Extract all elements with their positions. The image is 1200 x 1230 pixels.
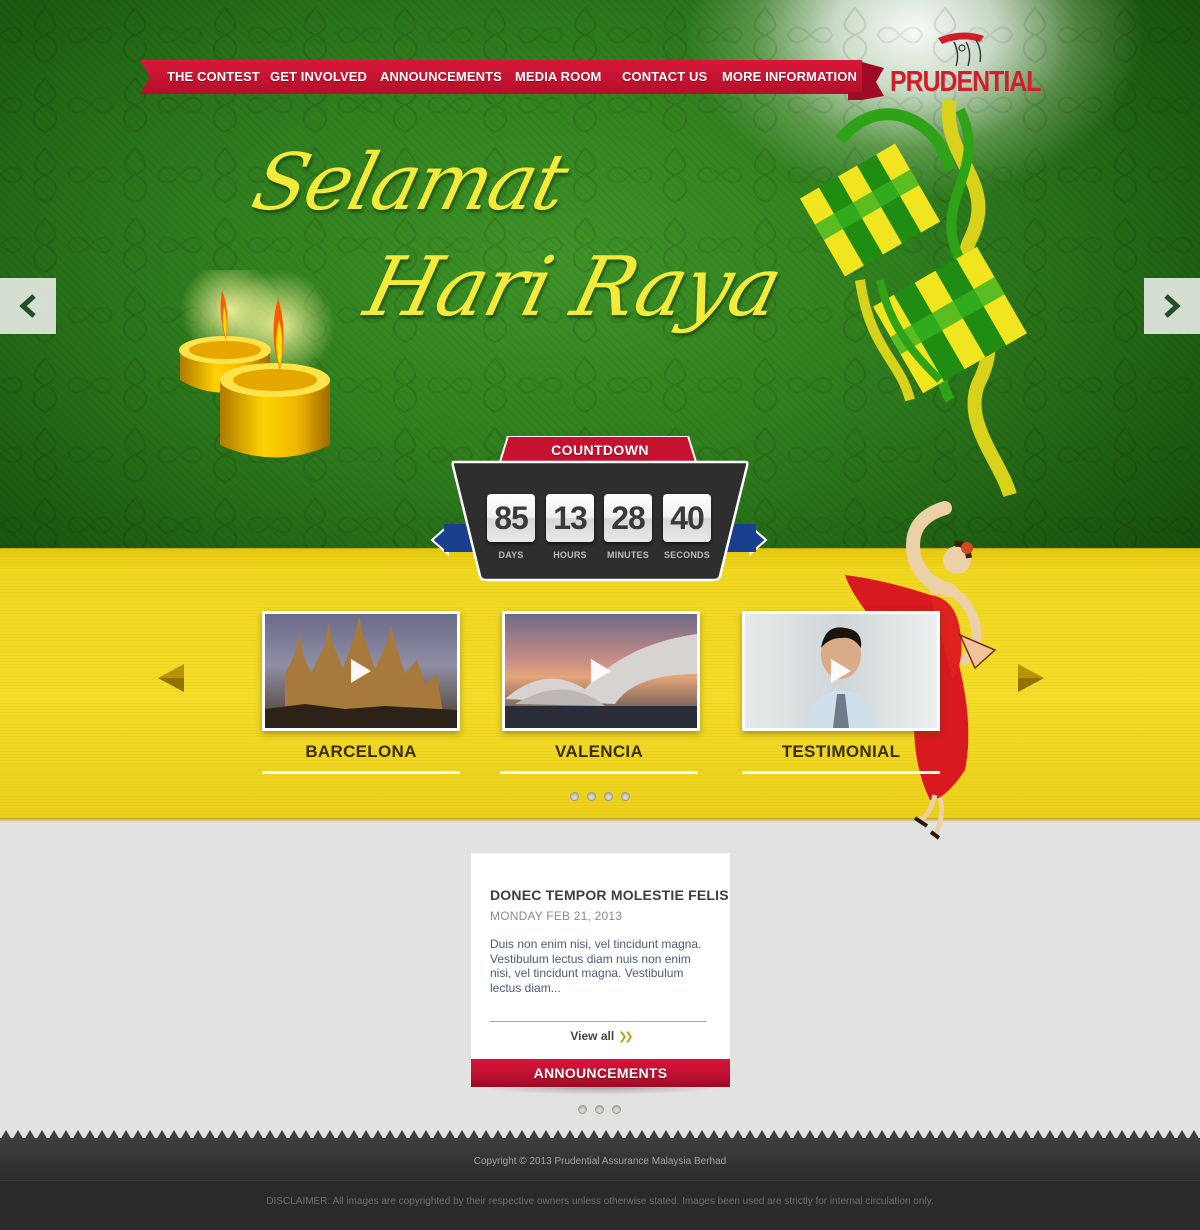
announcement-pagination xyxy=(578,1105,621,1114)
countdown-minutes-value: 28 xyxy=(604,494,652,542)
double-chevron-right-icon: ❯❯ xyxy=(618,1031,634,1043)
video-title-barcelona[interactable]: BARCELONA xyxy=(262,742,460,774)
announcement-page-dot-1[interactable] xyxy=(578,1105,587,1114)
hero-prev-button[interactable] xyxy=(0,278,56,334)
nav-item-more-information[interactable]: MORE INFORMATION xyxy=(722,60,857,94)
play-icon xyxy=(591,659,611,683)
view-all-link[interactable]: View all ❯❯ xyxy=(471,1029,730,1043)
footer-divider xyxy=(0,1180,1200,1181)
main-nav: THE CONTEST GET INVOLVED ANNOUNCEMENTS M… xyxy=(140,60,862,94)
video-page-dot-4[interactable] xyxy=(621,792,630,801)
video-page-dot-2[interactable] xyxy=(587,792,596,801)
nav-item-get-involved[interactable]: GET INVOLVED xyxy=(270,60,367,94)
card-shadow xyxy=(478,1087,723,1095)
thumbs-next-arrow[interactable] xyxy=(1012,660,1048,696)
chevron-left-icon xyxy=(19,294,36,318)
announcement-page-dot-3[interactable] xyxy=(612,1105,621,1114)
nav-item-contact-us[interactable]: CONTACT US xyxy=(622,60,707,94)
countdown-title: COUNTDOWN xyxy=(551,442,649,458)
play-icon xyxy=(351,659,371,683)
candles-illustration xyxy=(179,270,335,458)
video-pagination xyxy=(570,792,630,801)
chevron-right-icon xyxy=(1164,294,1181,318)
thumbs-prev-arrow[interactable] xyxy=(154,660,190,696)
video-thumb-testimonial[interactable] xyxy=(742,611,940,731)
announcement-card: DONEC TEMPOR MOLESTIE FELIS MONDAY FEB 2… xyxy=(471,853,730,1059)
video-title-valencia[interactable]: VALENCIA xyxy=(500,742,698,774)
brand-name: PRUDENTIAL xyxy=(890,66,1041,98)
prudential-logo[interactable]: PRUDENTIAL xyxy=(888,28,1048,98)
footer: Copyright © 2013 Prudential Assurance Ma… xyxy=(0,1130,1200,1230)
announcements-tab[interactable]: ANNOUNCEMENTS xyxy=(471,1059,730,1087)
countdown-minutes-label: MINUTES xyxy=(607,550,649,560)
video-page-dot-1[interactable] xyxy=(570,792,579,801)
announcement-divider xyxy=(490,1021,707,1022)
greeting-line-2: Hari Raya xyxy=(356,240,791,335)
countdown-days-label: DAYS xyxy=(498,550,524,560)
countdown-hours-value: 13 xyxy=(546,494,594,542)
announcement-body: Duis non enim nisi, vel tincidunt magna.… xyxy=(490,937,702,995)
valencia-image xyxy=(505,614,697,728)
video-title-testimonial[interactable]: TESTIMONIAL xyxy=(742,742,940,774)
ketupat-illustration xyxy=(800,100,1027,498)
countdown-days-value: 85 xyxy=(487,494,535,542)
nav-ribbon: THE CONTEST GET INVOLVED ANNOUNCEMENTS M… xyxy=(140,60,862,94)
nav-item-the-contest[interactable]: THE CONTEST xyxy=(167,60,260,94)
greeting-line-1: Selamat xyxy=(243,138,576,228)
countdown-hours-label: HOURS xyxy=(553,550,587,560)
disclaimer-text: DISCLAIMER: All images are copyrighted b… xyxy=(266,1196,934,1207)
countdown-seconds-value: 40 xyxy=(663,494,711,542)
countdown-widget: COUNTDOWN 85 13 28 40 DAYS HOURS MINUTES… xyxy=(430,436,770,586)
copyright-text: Copyright © 2013 Prudential Assurance Ma… xyxy=(473,1156,727,1167)
view-all-label: View all xyxy=(570,1029,615,1043)
barcelona-image xyxy=(265,614,457,728)
announcement-title[interactable]: DONEC TEMPOR MOLESTIE FELIS xyxy=(490,887,729,903)
video-thumb-barcelona[interactable] xyxy=(262,611,460,731)
announcement-date: MONDAY FEB 21, 2013 xyxy=(490,909,623,923)
video-page-dot-3[interactable] xyxy=(604,792,613,801)
video-thumb-valencia[interactable] xyxy=(502,611,700,731)
play-icon xyxy=(831,659,851,683)
band-shadow xyxy=(0,818,1200,822)
hero-next-button[interactable] xyxy=(1144,278,1200,334)
nav-ribbon-fold xyxy=(848,62,884,100)
nav-item-media-room[interactable]: MEDIA ROOM xyxy=(515,60,601,94)
prudence-head-icon xyxy=(938,32,984,67)
announcement-page-dot-2[interactable] xyxy=(595,1105,604,1114)
testimonial-image xyxy=(745,614,937,728)
nav-item-announcements[interactable]: ANNOUNCEMENTS xyxy=(380,60,502,94)
countdown-seconds-label: SECONDS xyxy=(664,550,710,560)
